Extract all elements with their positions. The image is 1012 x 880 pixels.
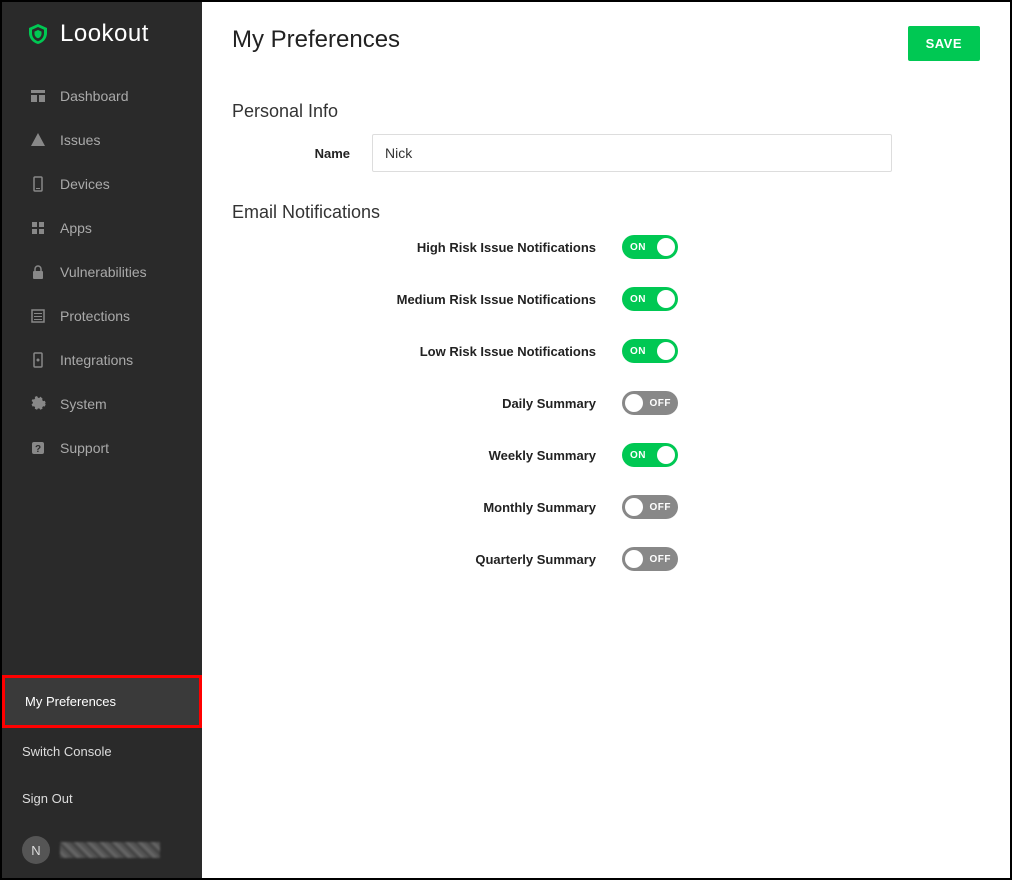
section-title-personal-info: Personal Info bbox=[232, 101, 980, 122]
page-header: My Preferences SAVE bbox=[232, 26, 980, 61]
notification-toggle[interactable]: ON bbox=[622, 287, 678, 311]
sidebar-item-label: Devices bbox=[60, 176, 110, 192]
list-icon bbox=[30, 308, 46, 324]
help-icon: ? bbox=[30, 440, 46, 456]
sidebar-item-issues[interactable]: Issues bbox=[2, 118, 202, 162]
avatar: N bbox=[22, 836, 50, 864]
sidebar-item-label: Protections bbox=[60, 308, 130, 324]
save-button[interactable]: SAVE bbox=[908, 26, 980, 61]
toggle-knob bbox=[625, 550, 643, 568]
toggle-state-text: ON bbox=[630, 242, 646, 253]
notification-label: Daily Summary bbox=[232, 396, 622, 411]
sidebar-item-label: Integrations bbox=[60, 352, 133, 368]
user-name-redacted bbox=[60, 842, 160, 858]
sidebar-item-apps[interactable]: Apps bbox=[2, 206, 202, 250]
notification-label: Weekly Summary bbox=[232, 448, 622, 463]
sidebar-item-label: Dashboard bbox=[60, 88, 129, 104]
name-label: Name bbox=[232, 146, 372, 161]
notification-row: Medium Risk Issue Notifications ON bbox=[232, 287, 980, 311]
dashboard-icon bbox=[30, 88, 46, 104]
notification-label: Low Risk Issue Notifications bbox=[232, 344, 622, 359]
notification-row: Daily Summary OFF bbox=[232, 391, 980, 415]
toggle-state-text: OFF bbox=[650, 398, 672, 409]
notification-toggle[interactable]: OFF bbox=[622, 391, 678, 415]
sidebar-item-devices[interactable]: Devices bbox=[2, 162, 202, 206]
notification-row: High Risk Issue Notifications ON bbox=[232, 235, 980, 259]
notification-toggle[interactable]: ON bbox=[622, 235, 678, 259]
notification-label: Quarterly Summary bbox=[232, 552, 622, 567]
sidebar-item-switch-console[interactable]: Switch Console bbox=[2, 728, 202, 775]
notification-toggle[interactable]: ON bbox=[622, 339, 678, 363]
sidebar-item-label: Switch Console bbox=[22, 744, 112, 759]
notification-label: High Risk Issue Notifications bbox=[232, 240, 622, 255]
toggle-state-text: ON bbox=[630, 294, 646, 305]
apps-icon bbox=[30, 220, 46, 236]
sidebar-item-label: Apps bbox=[60, 220, 92, 236]
toggle-knob bbox=[657, 238, 675, 256]
main-content: My Preferences SAVE Personal Info Name E… bbox=[202, 2, 1010, 878]
email-notifications-section: Email Notifications High Risk Issue Noti… bbox=[232, 202, 980, 571]
toggle-knob bbox=[657, 290, 675, 308]
sidebar-item-label: Support bbox=[60, 440, 109, 456]
plug-icon bbox=[30, 352, 46, 368]
lock-icon bbox=[30, 264, 46, 280]
name-row: Name bbox=[232, 134, 980, 172]
section-title-email-notifications: Email Notifications bbox=[232, 202, 980, 223]
personal-info-section: Personal Info Name bbox=[232, 101, 980, 172]
notification-toggle[interactable]: OFF bbox=[622, 495, 678, 519]
notification-toggle[interactable]: ON bbox=[622, 443, 678, 467]
warning-icon bbox=[30, 132, 46, 148]
sidebar-item-label: Sign Out bbox=[22, 791, 73, 806]
sidebar-item-sign-out[interactable]: Sign Out bbox=[2, 775, 202, 822]
device-icon bbox=[30, 176, 46, 192]
sidebar: Lookout Dashboard Issues Devices Apps Vu… bbox=[2, 2, 202, 878]
notification-label: Medium Risk Issue Notifications bbox=[232, 292, 622, 307]
sidebar-item-support[interactable]: ? Support bbox=[2, 426, 202, 470]
sidebar-bottom-nav: My Preferences Switch Console Sign Out N bbox=[2, 675, 202, 878]
notification-row: Quarterly Summary OFF bbox=[232, 547, 980, 571]
toggle-knob bbox=[657, 342, 675, 360]
sidebar-item-label: Vulnerabilities bbox=[60, 264, 147, 280]
toggle-state-text: OFF bbox=[650, 502, 672, 513]
toggle-state-text: ON bbox=[630, 346, 646, 357]
sidebar-user-row[interactable]: N bbox=[2, 822, 202, 878]
brand-logo: Lookout bbox=[2, 2, 202, 66]
toggle-state-text: OFF bbox=[650, 554, 672, 565]
sidebar-item-system[interactable]: System bbox=[2, 382, 202, 426]
notification-row: Monthly Summary OFF bbox=[232, 495, 980, 519]
sidebar-item-integrations[interactable]: Integrations bbox=[2, 338, 202, 382]
brand-name: Lookout bbox=[60, 20, 149, 48]
notification-row: Weekly Summary ON bbox=[232, 443, 980, 467]
sidebar-spacer bbox=[2, 478, 202, 675]
gear-icon bbox=[30, 396, 46, 412]
toggle-state-text: ON bbox=[630, 450, 646, 461]
sidebar-item-label: Issues bbox=[60, 132, 100, 148]
notification-row: Low Risk Issue Notifications ON bbox=[232, 339, 980, 363]
notification-label: Monthly Summary bbox=[232, 500, 622, 515]
toggle-knob bbox=[625, 394, 643, 412]
svg-text:?: ? bbox=[35, 444, 41, 455]
notification-toggle[interactable]: OFF bbox=[622, 547, 678, 571]
sidebar-item-label: My Preferences bbox=[25, 694, 116, 709]
name-input[interactable] bbox=[372, 134, 892, 172]
sidebar-item-label: System bbox=[60, 396, 107, 412]
sidebar-item-my-preferences[interactable]: My Preferences bbox=[2, 675, 202, 728]
sidebar-item-vulnerabilities[interactable]: Vulnerabilities bbox=[2, 250, 202, 294]
sidebar-item-protections[interactable]: Protections bbox=[2, 294, 202, 338]
sidebar-nav: Dashboard Issues Devices Apps Vulnerabil… bbox=[2, 66, 202, 478]
toggle-knob bbox=[625, 498, 643, 516]
page-title: My Preferences bbox=[232, 26, 400, 54]
toggle-knob bbox=[657, 446, 675, 464]
sidebar-item-dashboard[interactable]: Dashboard bbox=[2, 74, 202, 118]
shield-icon bbox=[26, 22, 50, 46]
